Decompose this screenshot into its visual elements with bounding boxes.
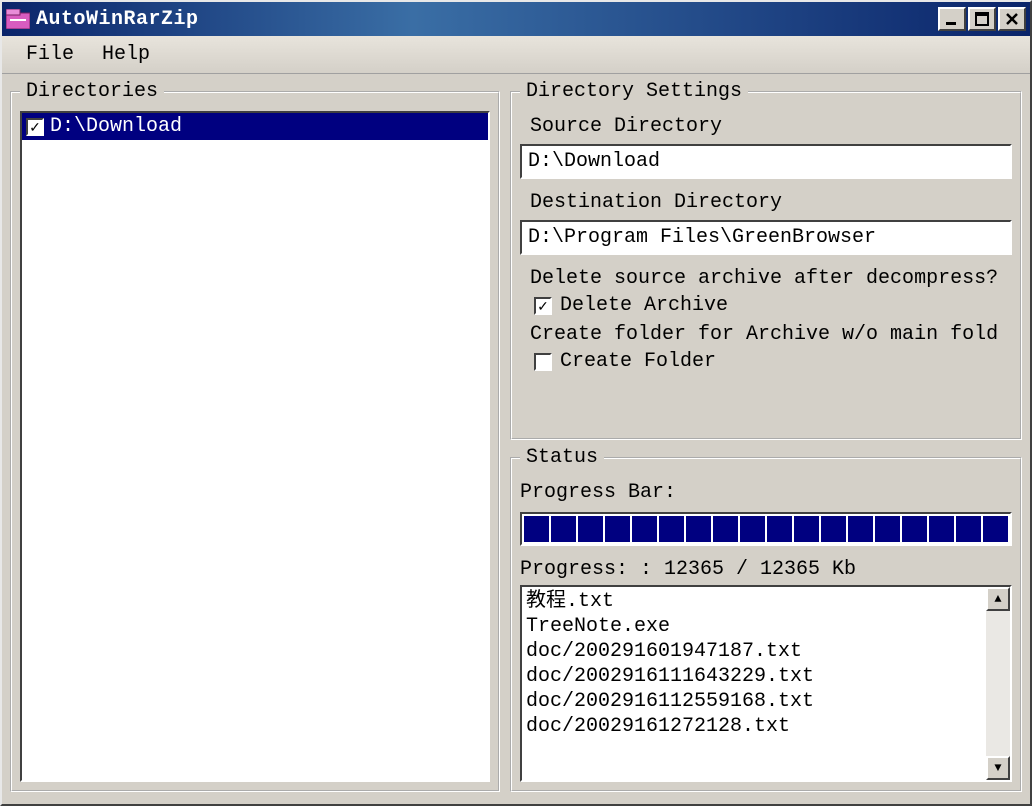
log-output[interactable]: 教程.txt TreeNote.exe doc/200291601947187.… bbox=[522, 587, 986, 780]
scroll-down-icon[interactable]: ▼ bbox=[986, 756, 1010, 780]
directories-list[interactable]: ✓ D:\Download bbox=[20, 111, 490, 782]
menu-help[interactable]: Help bbox=[88, 39, 164, 70]
scroll-track[interactable] bbox=[986, 611, 1010, 756]
maximize-button[interactable] bbox=[968, 7, 996, 31]
menu-file[interactable]: File bbox=[12, 39, 88, 70]
settings-group: Directory Settings Source Directory Dest… bbox=[510, 80, 1022, 440]
source-dir-label: Source Directory bbox=[530, 115, 1008, 138]
dest-dir-input[interactable] bbox=[520, 220, 1012, 255]
list-item[interactable]: ✓ D:\Download bbox=[22, 113, 488, 140]
create-folder-question-label: Create folder for Archive w/o main fold bbox=[530, 323, 1008, 346]
menubar: File Help bbox=[2, 36, 1030, 74]
directory-path: D:\Download bbox=[50, 115, 182, 138]
minimize-button[interactable] bbox=[938, 7, 966, 31]
delete-archive-checkbox[interactable]: ✓ bbox=[534, 297, 552, 315]
dest-dir-label: Destination Directory bbox=[530, 191, 1008, 214]
content-area: Directories ✓ D:\Download Directory Sett… bbox=[2, 74, 1030, 804]
status-group: Status Progress Bar: Progress: : 12365 /… bbox=[510, 446, 1022, 792]
directories-group: Directories ✓ D:\Download bbox=[10, 80, 500, 792]
progress-text: Progress: : 12365 / 12365 Kb bbox=[520, 558, 1008, 581]
directory-checkbox[interactable]: ✓ bbox=[26, 118, 44, 136]
directories-legend: Directories bbox=[20, 80, 164, 103]
close-button[interactable] bbox=[998, 7, 1026, 31]
delete-question-label: Delete source archive after decompress? bbox=[530, 267, 1008, 290]
log-scrollbar[interactable]: ▲ ▼ bbox=[986, 587, 1010, 780]
status-legend: Status bbox=[520, 446, 604, 469]
titlebar[interactable]: AutoWinRarZip bbox=[2, 2, 1030, 36]
progress-bar bbox=[520, 512, 1012, 546]
create-folder-checkbox[interactable] bbox=[534, 353, 552, 371]
create-folder-label: Create Folder bbox=[560, 350, 716, 373]
window-title: AutoWinRarZip bbox=[36, 8, 938, 31]
app-icon bbox=[6, 9, 30, 29]
scroll-up-icon[interactable]: ▲ bbox=[986, 587, 1010, 611]
delete-archive-label: Delete Archive bbox=[560, 294, 728, 317]
app-window: AutoWinRarZip File Help Directories ✓ D:… bbox=[0, 0, 1032, 806]
progress-bar-label: Progress Bar: bbox=[520, 481, 1008, 504]
settings-legend: Directory Settings bbox=[520, 80, 748, 103]
source-dir-input[interactable] bbox=[520, 144, 1012, 179]
